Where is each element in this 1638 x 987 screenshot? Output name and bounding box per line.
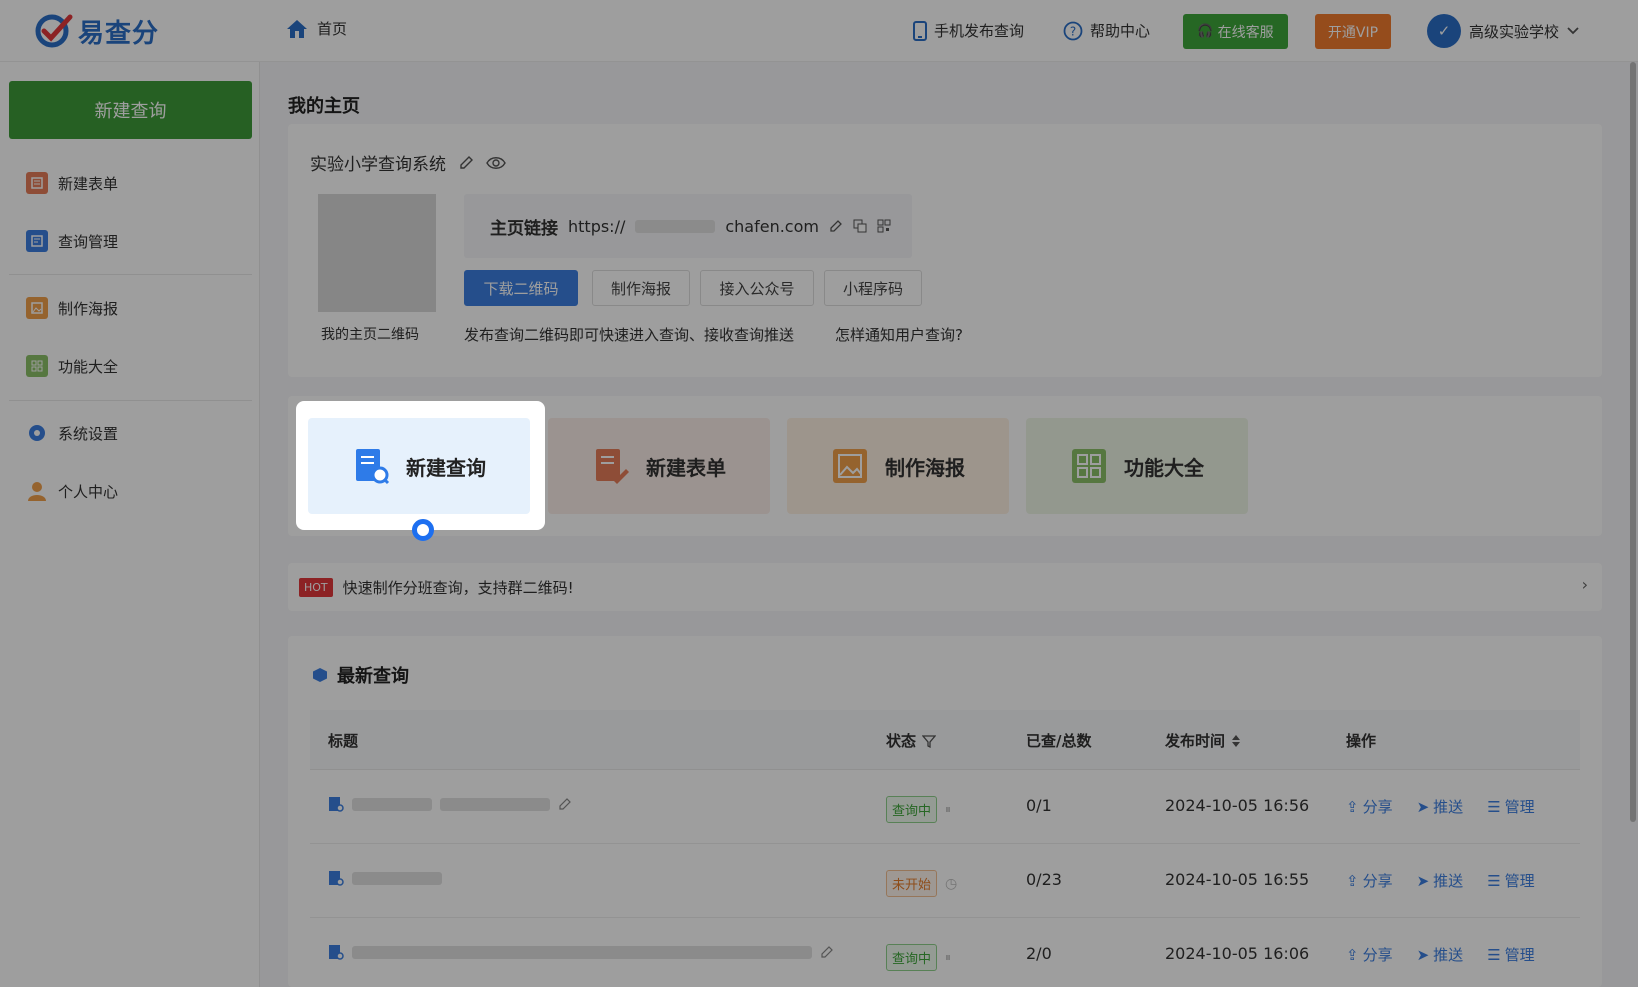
guide-highlight: 新建查询: [296, 401, 545, 530]
new-query-icon: [356, 449, 390, 485]
guide-overlay: [0, 0, 1638, 987]
guide-pointer-dot: [412, 519, 434, 541]
highlighted-new-query-card[interactable]: 新建查询: [308, 418, 530, 514]
highlighted-label: 新建查询: [406, 455, 486, 480]
